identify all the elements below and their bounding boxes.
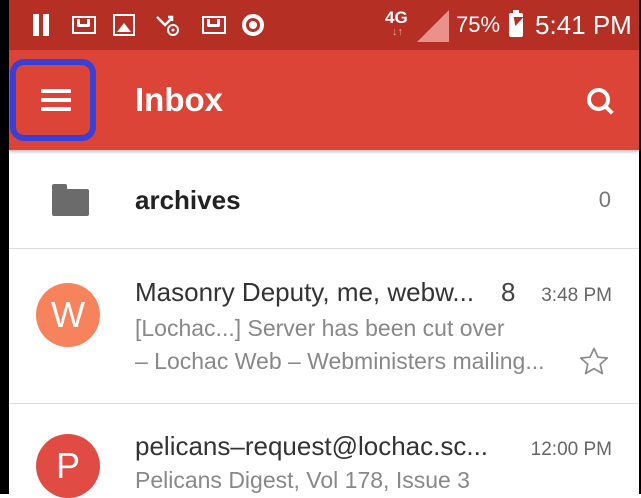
folder-label: archives <box>135 185 241 215</box>
network-activity-indicator: ↓↑ <box>392 26 403 38</box>
signal-icon <box>417 10 449 42</box>
battery-charging-icon <box>509 10 523 37</box>
email-row[interactable]: W Masonry Deputy, me, webw... 8 3:48 PM … <box>9 249 639 404</box>
email-subject: Pelicans Digest, Vol 178, Issue 3 <box>135 467 470 493</box>
network-type-label: 4G <box>385 8 408 27</box>
thread-count: 8 <box>501 277 516 307</box>
page-title: Inbox <box>135 81 223 118</box>
battery-percentage: 75% <box>456 12 501 37</box>
star-icon[interactable] <box>577 345 611 379</box>
gmail-icon <box>202 16 226 34</box>
status-bar: 4G ↓↑ 75% 5:41 PM <box>9 0 639 50</box>
avatar: W <box>36 283 100 347</box>
menu-icon[interactable] <box>41 89 71 111</box>
email-time: 12:00 PM <box>530 439 612 460</box>
search-icon[interactable] <box>585 86 615 116</box>
email-sender: pelicans–request@lochac.sc... <box>135 431 489 461</box>
folder-row-archives[interactable]: archives 0 <box>9 150 639 249</box>
avatar: P <box>36 434 100 498</box>
email-subject: [Lochac...] Server has been cut over <box>135 315 505 341</box>
email-sender: Masonry Deputy, me, webw... <box>135 277 475 307</box>
gmail-icon <box>72 16 96 34</box>
email-time: 3:48 PM <box>541 285 612 306</box>
email-snippet: – Lochac Web – Webministers mailing... <box>135 348 545 374</box>
app-bar: Inbox <box>9 50 639 150</box>
pause-icon <box>31 13 51 37</box>
email-row[interactable]: P pelicans–request@lochac.sc... 12:00 PM… <box>9 404 639 498</box>
gallery-icon <box>113 14 135 36</box>
chrome-icon <box>242 14 264 36</box>
folder-count: 0 <box>598 187 611 212</box>
folder-icon <box>52 184 89 216</box>
missed-call-mail-icon <box>155 13 181 37</box>
left-frame-border <box>0 0 9 494</box>
status-time: 5:41 PM <box>535 10 632 40</box>
